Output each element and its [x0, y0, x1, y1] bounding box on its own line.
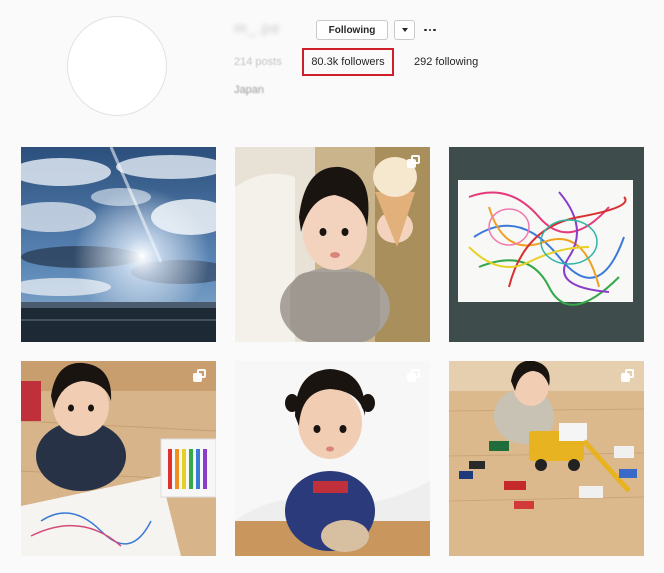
- username-text: m_.pe: [234, 19, 281, 37]
- profile-username: m_.pe: [234, 16, 306, 40]
- carousel-icon: [407, 369, 420, 382]
- post-child-crayons[interactable]: [21, 361, 216, 556]
- more-dots-icon[interactable]: [421, 20, 439, 40]
- post-child-pigtails[interactable]: [235, 361, 430, 556]
- suggestions-dropdown-button[interactable]: [394, 20, 415, 40]
- posts-count: 214 posts: [234, 56, 282, 68]
- carousel-icon: [193, 369, 206, 382]
- post-sky-clouds[interactable]: [21, 147, 216, 342]
- post-child-icecream[interactable]: [235, 147, 430, 342]
- post-child-toy-trucks[interactable]: [449, 361, 644, 556]
- post-crayon-drawing[interactable]: [449, 147, 644, 342]
- following-link[interactable]: 292 following: [414, 56, 478, 68]
- following-button[interactable]: Following: [316, 20, 388, 40]
- chevron-down-icon: [401, 28, 408, 32]
- carousel-icon: [407, 155, 420, 168]
- followers-count: 80.3k followers: [311, 56, 385, 68]
- profile-avatar[interactable]: [67, 16, 167, 116]
- carousel-icon: [621, 369, 634, 382]
- profile-bio: Japan: [234, 84, 264, 96]
- followers-link[interactable]: 80.3k followers: [302, 48, 394, 76]
